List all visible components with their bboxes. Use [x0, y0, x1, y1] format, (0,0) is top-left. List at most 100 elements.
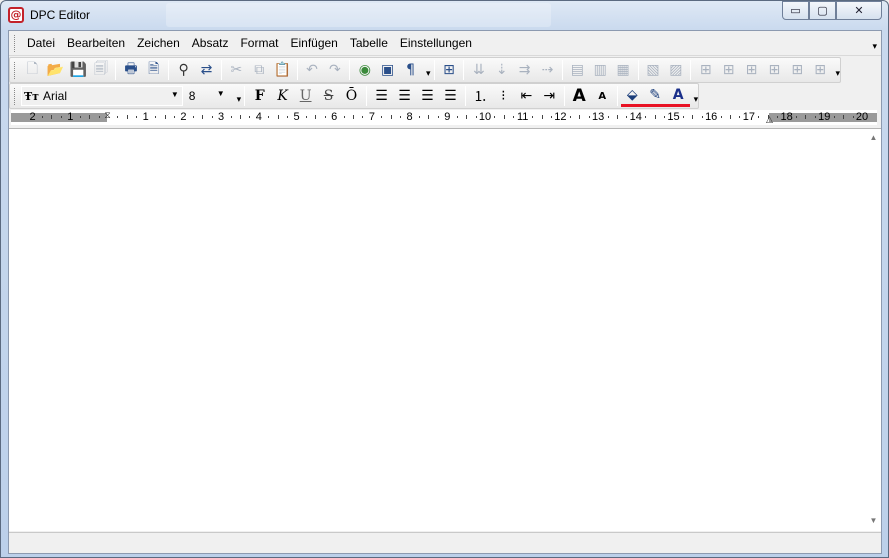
menu-bar: Datei Bearbeiten Zeichen Absatz Format E… — [9, 31, 881, 56]
decrease-indent-icon[interactable]: ⇤ — [515, 85, 538, 107]
toolbar-grip[interactable] — [14, 87, 17, 105]
numbered-list-icon[interactable]: ⒈ — [469, 85, 492, 107]
pen-color-icon[interactable]: ✎ — [643, 85, 667, 107]
toolbar-dropdown-icon[interactable]: ▾ — [237, 94, 242, 108]
grid-2-icon[interactable]: ⊞ — [717, 59, 740, 81]
align-center-icon[interactable]: ☰ — [393, 85, 416, 107]
table-row-icon[interactable]: ▤ — [566, 59, 589, 81]
close-button[interactable]: ✕ — [836, 1, 882, 20]
paragraph-marks-icon[interactable]: ¶ — [399, 59, 422, 81]
grid-3-icon[interactable]: ⊞ — [740, 59, 763, 81]
ruler-tick — [211, 116, 213, 118]
shrink-font-icon[interactable]: A — [591, 85, 614, 107]
title-bar[interactable]: @ DPC Editor ▭ ▢ ✕ — [1, 1, 888, 29]
save-icon[interactable]: 💾 — [67, 59, 90, 81]
menu-datei[interactable]: Datei — [21, 33, 61, 53]
open-folder-icon[interactable]: 📂 — [44, 59, 67, 81]
find-icon[interactable]: ⚲ — [172, 59, 195, 81]
grid-4-icon[interactable]: ⊞ — [763, 59, 786, 81]
redo-icon[interactable]: ↷ — [323, 59, 346, 81]
merge-down-icon[interactable]: ⇊ — [467, 59, 490, 81]
vertical-scrollbar[interactable]: ▲ ▼ — [866, 129, 881, 530]
menu-einfuegen[interactable]: Einfügen — [284, 33, 343, 53]
ruler-tick — [324, 116, 326, 118]
merge-right-icon[interactable]: ⇉ — [513, 59, 536, 81]
split-right-icon[interactable]: ⇢ — [536, 59, 559, 81]
ruler-number: 8 — [406, 111, 413, 123]
split-down-icon[interactable]: ⇣ — [490, 59, 513, 81]
scroll-up-icon[interactable]: ▲ — [866, 131, 881, 145]
grid-5-icon[interactable]: ⊞ — [786, 59, 809, 81]
insert-object-icon[interactable]: ▣ — [376, 59, 399, 81]
increase-indent-icon[interactable]: ⇥ — [538, 85, 561, 107]
print-preview-icon[interactable]: 🗎 — [142, 59, 165, 81]
save-all-icon[interactable]: 🗐 — [90, 59, 113, 81]
ruler-tick — [664, 116, 666, 118]
toolbar-overflow-icon[interactable]: ▾ — [836, 68, 841, 82]
table-row-insert-icon[interactable]: ▥ — [589, 59, 612, 81]
new-document-icon[interactable]: 🗋 — [21, 59, 44, 81]
menu-tabelle[interactable]: Tabelle — [344, 33, 394, 53]
toolbar-overflow-icon[interactable]: ▾ — [694, 94, 699, 108]
grid-1-icon[interactable]: ⊞ — [694, 59, 717, 81]
ruler-tick — [381, 116, 383, 118]
menubar-overflow-icon[interactable]: ▾ — [872, 41, 877, 52]
ruler-number: 10 — [478, 111, 492, 123]
document-area[interactable]: ▲ ▼ — [9, 128, 881, 531]
font-color-icon[interactable]: A — [666, 85, 690, 107]
ruler-tick — [805, 115, 807, 119]
copy-icon[interactable]: ⧉ — [248, 59, 271, 81]
first-line-indent-marker[interactable]: ⧖ — [103, 110, 112, 125]
menubar-grip[interactable] — [14, 34, 17, 52]
menu-absatz[interactable]: Absatz — [186, 33, 235, 53]
highlight-color-icon[interactable]: ⬙ — [620, 85, 644, 107]
align-right-icon[interactable]: ☰ — [416, 85, 439, 107]
grow-font-icon[interactable]: A — [568, 85, 591, 107]
italic-button[interactable]: K — [271, 85, 294, 107]
separator — [616, 86, 618, 106]
bold-icon: F — [254, 88, 265, 104]
toolbar-grip[interactable] — [14, 61, 17, 79]
menu-bearbeiten[interactable]: Bearbeiten — [61, 33, 131, 53]
menu-einstellungen[interactable]: Einstellungen — [394, 33, 478, 53]
font-name-value: Arial — [43, 89, 68, 103]
toolbar-dropdown-icon[interactable]: ▾ — [426, 68, 431, 82]
italic-icon: K — [277, 88, 288, 104]
separator — [244, 86, 246, 106]
paste-icon[interactable]: 📋 — [271, 59, 294, 81]
insert-field-icon[interactable]: ⊞ — [438, 59, 461, 81]
undo-icon[interactable]: ↶ — [301, 59, 324, 81]
separator — [115, 60, 117, 80]
chevron-down-icon[interactable]: ▼ — [217, 89, 225, 98]
table-row-delete-icon[interactable]: ▦ — [612, 59, 635, 81]
bullet-list-icon[interactable]: ⁝ — [492, 85, 515, 107]
menu-format[interactable]: Format — [234, 33, 284, 53]
bold-button[interactable]: F — [248, 85, 271, 107]
replace-icon[interactable]: ⇄ — [195, 59, 218, 81]
table-col-insert-icon[interactable]: ▨ — [664, 59, 687, 81]
ruler-tick — [249, 116, 251, 118]
table-col-icon[interactable]: ▧ — [642, 59, 665, 81]
cut-icon[interactable]: ✂ — [225, 59, 248, 81]
font-size-select[interactable]: 8 ▼ — [187, 86, 233, 106]
strikethrough-button[interactable]: S — [317, 85, 340, 107]
minimize-button[interactable]: ▭ — [782, 1, 809, 20]
align-left-icon[interactable]: ☰ — [370, 85, 393, 107]
chevron-down-icon[interactable]: ▼ — [171, 90, 179, 99]
ruler[interactable]: ⧖ △ 2 1 1 2 3 4 5 6 7 8 9 10 11 12 13 14 15 16 17 18 19 20 — [11, 110, 877, 125]
app-logo-icon: @ — [8, 7, 24, 23]
overline-button[interactable]: Ō — [340, 85, 363, 107]
grid-6-icon[interactable]: ⊞ — [809, 59, 832, 81]
ruler-tick — [192, 116, 194, 118]
align-justify-icon[interactable]: ☰ — [439, 85, 462, 107]
maximize-button[interactable]: ▢ — [809, 1, 836, 20]
insert-image-icon[interactable]: ◉ — [353, 59, 376, 81]
font-name-select[interactable]: Ŧт Arial ▼ — [21, 86, 183, 106]
scroll-down-icon[interactable]: ▼ — [866, 514, 881, 528]
right-indent-marker[interactable]: △ — [765, 114, 774, 129]
underline-button[interactable]: U — [294, 85, 317, 107]
ruler-tick — [353, 115, 355, 119]
menu-zeichen[interactable]: Zeichen — [131, 33, 186, 53]
print-icon[interactable]: 🖶 — [119, 59, 142, 81]
ruler-tick — [796, 116, 798, 118]
